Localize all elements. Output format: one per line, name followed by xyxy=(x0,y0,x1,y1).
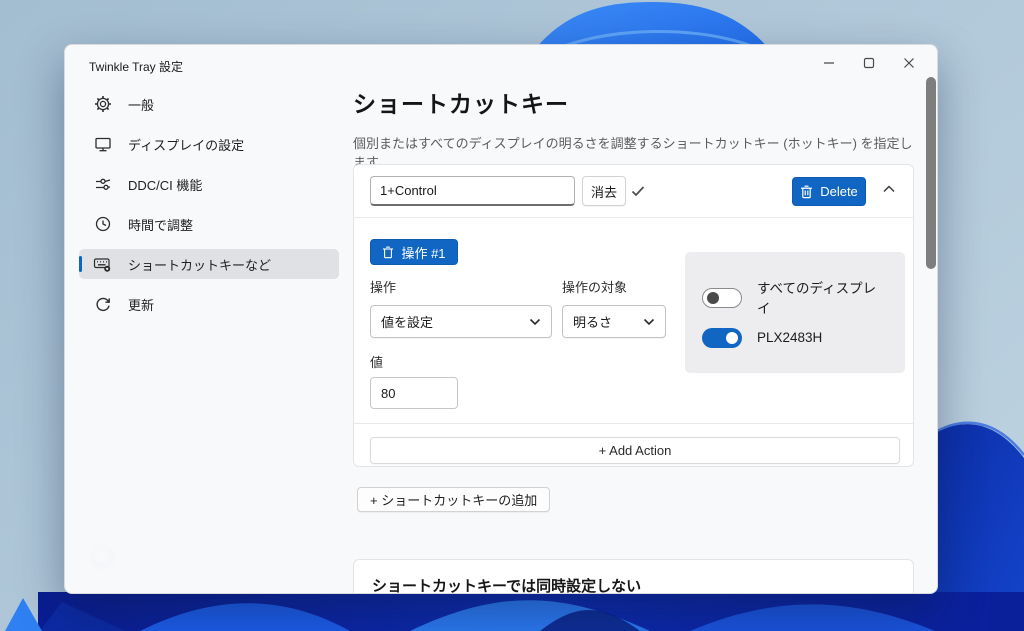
hotkey-input[interactable] xyxy=(370,176,575,206)
sidebar-item-label: 時間で調整 xyxy=(128,215,193,234)
maximize-icon xyxy=(863,57,875,69)
clear-hotkey-button[interactable]: 消去 xyxy=(582,176,626,206)
sidebar-item-label: DDC/CI 機能 xyxy=(128,175,202,194)
clock-icon xyxy=(93,215,112,234)
action-select[interactable]: 値を設定 xyxy=(370,305,552,338)
chevron-up-icon xyxy=(881,182,897,196)
chevron-down-icon xyxy=(643,318,655,326)
target-select[interactable]: 明るさ xyxy=(562,305,666,338)
monitor-icon xyxy=(93,135,112,154)
close-icon xyxy=(903,57,915,69)
window-controls xyxy=(809,49,929,77)
sidebar-item-label: ショートカットキーなど xyxy=(128,255,271,274)
hotkey-card: 消去 Delete 操作 #1 xyxy=(353,164,914,467)
delete-button-label: Delete xyxy=(820,184,858,199)
minimize-icon xyxy=(823,57,835,69)
sidebar-item-ddcci[interactable]: DDC/CI 機能 xyxy=(79,169,339,199)
sidebar-item-update[interactable]: 更新 xyxy=(79,289,339,319)
check-icon xyxy=(630,183,646,204)
action-badge-label: 操作 #1 xyxy=(401,243,445,262)
maximize-button[interactable] xyxy=(849,49,889,77)
target-select-value: 明るさ xyxy=(573,312,612,331)
trash-icon xyxy=(800,185,813,199)
sidebar-item-display-settings[interactable]: ディスプレイの設定 xyxy=(79,129,339,159)
keyboard-gear-icon xyxy=(93,255,112,274)
all-displays-label: すべてのディスプレイ xyxy=(757,279,889,319)
add-action-button[interactable]: + Add Action xyxy=(370,437,900,464)
scrollbar-thumb[interactable] xyxy=(926,77,936,269)
monitor-row-all-displays: すべてのディスプレイ xyxy=(702,279,889,319)
divider xyxy=(354,423,913,424)
sliders-icon xyxy=(93,175,112,194)
action-label: 操作 xyxy=(370,277,396,296)
divider xyxy=(354,217,913,218)
sidebar-item-general[interactable]: 一般 xyxy=(79,89,339,119)
minimize-button[interactable] xyxy=(809,49,849,77)
value-label: 値 xyxy=(370,352,383,371)
refresh-icon xyxy=(93,295,112,314)
next-section-title: ショートカットキーでは同時設定しない xyxy=(372,575,641,594)
monitor-row-plx2483h: PLX2483H xyxy=(702,328,889,348)
trash-icon xyxy=(382,246,394,259)
sidebar-item-label: 一般 xyxy=(128,95,154,114)
add-shortcut-button[interactable]: + ショートカットキーの追加 xyxy=(357,487,550,512)
sidebar-item-time-adjust[interactable]: 時間で調整 xyxy=(79,209,339,239)
plx2483h-toggle[interactable] xyxy=(702,328,742,348)
window-title: Twinkle Tray 設定 xyxy=(89,58,183,75)
gear-icon xyxy=(93,95,112,114)
delete-shortcut-button[interactable]: Delete xyxy=(792,177,866,206)
toggle-knob xyxy=(726,332,738,344)
close-button[interactable] xyxy=(889,49,929,77)
value-input[interactable] xyxy=(370,377,458,409)
chevron-down-icon xyxy=(529,318,541,326)
all-displays-toggle[interactable] xyxy=(702,288,742,308)
toggle-knob xyxy=(707,292,719,304)
next-section-card: ショートカットキーでは同時設定しない xyxy=(353,559,914,594)
monitor-target-panel: すべてのディスプレイ PLX2483H xyxy=(685,252,905,373)
desktop: Twinkle Tray 設定 一般 xyxy=(0,0,1024,631)
action-select-value: 値を設定 xyxy=(381,312,433,331)
sidebar-item-label: ディスプレイの設定 xyxy=(128,135,244,154)
page-title: ショートカットキー xyxy=(353,85,569,119)
app-logo-watermark xyxy=(91,545,115,571)
sidebar-item-shortcut-keys[interactable]: ショートカットキーなど xyxy=(79,249,339,279)
plx2483h-label: PLX2483H xyxy=(757,328,889,348)
action-1-button[interactable]: 操作 #1 xyxy=(370,239,458,265)
twinkle-tray-settings-window: Twinkle Tray 設定 一般 xyxy=(64,44,938,594)
target-label: 操作の対象 xyxy=(562,277,627,296)
collapse-shortcut-button[interactable] xyxy=(881,182,897,201)
sidebar-item-label: 更新 xyxy=(128,295,154,314)
